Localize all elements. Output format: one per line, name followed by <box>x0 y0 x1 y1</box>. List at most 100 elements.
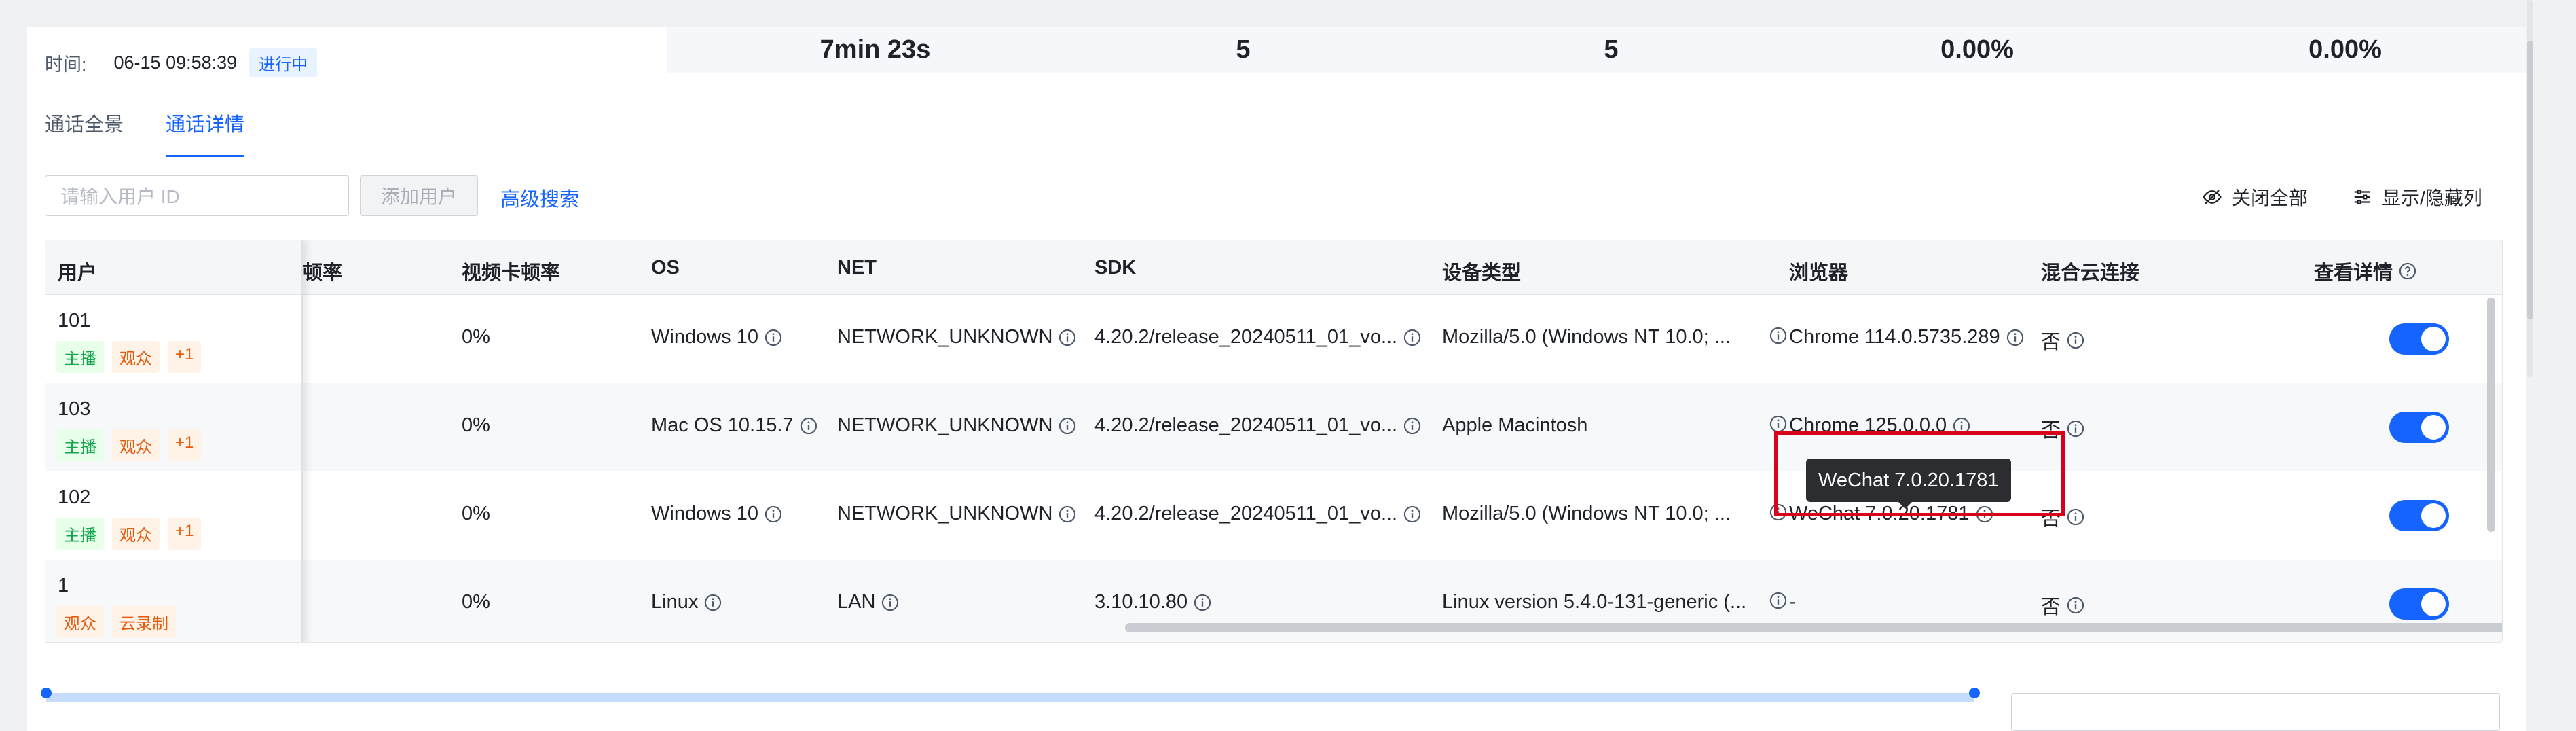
role-tag: 观众 <box>56 606 104 638</box>
device-cell-text: Apple Macintosh <box>1442 414 1588 436</box>
tab-details[interactable]: 通话详情 <box>166 109 245 157</box>
tab-bar: 通话全景 通话详情 <box>45 109 287 157</box>
role-tag: 云录制 <box>112 606 176 638</box>
add-user-button[interactable]: 添加用户 <box>360 175 478 216</box>
os-cell-text: Windows 10 <box>651 503 758 524</box>
os-cell-text: Windows 10 <box>651 326 758 348</box>
video-stall-cell-text: 0% <box>462 414 490 436</box>
details-toggle[interactable] <box>2389 412 2449 443</box>
info-icon[interactable] <box>2066 419 2085 438</box>
browser-cell-text: - <box>1789 591 1796 613</box>
info-icon[interactable] <box>2066 507 2085 527</box>
net-cell: NETWORK_UNKNOWN <box>837 326 1077 349</box>
net-cell-text: NETWORK_UNKNOWN <box>837 326 1053 348</box>
info-icon[interactable] <box>2066 331 2085 350</box>
stat-rate-2: 0.00% <box>2308 35 2382 64</box>
device-info[interactable] <box>1763 591 1788 610</box>
info-icon[interactable] <box>1403 505 1422 524</box>
info-icon[interactable] <box>764 328 783 347</box>
close-all-button[interactable]: 关闭全部 <box>2202 183 2308 211</box>
stat-users: 5 <box>1236 35 1251 64</box>
info-icon[interactable] <box>881 593 900 612</box>
details-toggle[interactable] <box>2389 323 2449 355</box>
stat-rate-1: 0.00% <box>1940 35 2014 64</box>
user-cell: 101 主播 观众 +1 <box>45 295 301 383</box>
timeline-start-handle[interactable] <box>41 688 52 698</box>
details-toggle[interactable] <box>2389 500 2449 531</box>
info-icon[interactable] <box>799 416 818 435</box>
role-tag: 观众 <box>112 518 160 550</box>
info-icon[interactable] <box>2066 596 2085 615</box>
toggle-columns-button[interactable]: 显示/隐藏列 <box>2352 183 2482 211</box>
device-info[interactable] <box>1763 414 1788 433</box>
role-tag: +1 <box>168 518 202 550</box>
role-tag: 主播 <box>56 429 104 461</box>
stat-duration: 7min 23s <box>820 35 931 64</box>
time-label: 时间: <box>45 54 87 75</box>
column-header-net: NET <box>837 257 877 279</box>
date-range-picker[interactable] <box>2011 693 2500 731</box>
sdk-cell-text: 4.20.2/release_20240511_01_vo... <box>1094 326 1398 348</box>
column-header-details: 查看详情 <box>2314 257 2417 285</box>
info-icon[interactable] <box>1403 328 1422 347</box>
info-icon[interactable] <box>764 505 783 524</box>
table-horizontal-scrollbar[interactable] <box>303 621 2502 635</box>
device-cell: Mozilla/5.0 (Windows NT 10.0; ... <box>1442 326 1731 349</box>
table-vertical-scrollbar[interactable] <box>2487 298 2495 532</box>
column-header-user: 用户 <box>58 262 98 284</box>
info-icon[interactable] <box>1769 326 1788 345</box>
help-icon[interactable] <box>2398 262 2417 281</box>
user-cell: 103 主播 观众 +1 <box>45 383 301 471</box>
info-icon[interactable] <box>2006 328 2025 347</box>
user-id: 101 <box>58 310 91 332</box>
call-time-row: 时间: 06-15 09:58:39 进行中 <box>45 48 318 77</box>
sdk-cell-text: 4.20.2/release_20240511_01_vo... <box>1094 414 1398 436</box>
os-cell-text: Linux <box>651 591 699 613</box>
page-scrollbar[interactable] <box>2527 0 2533 377</box>
participants-table: 卡顿率 视频卡顿率 OS NET SDK 设备类型 浏览器 混合云连接 查看详情… <box>45 240 2503 643</box>
video-stall-cell-text: 0% <box>462 591 490 613</box>
hybrid-cell-text: 否 <box>2041 596 2061 618</box>
stat-streams: 5 <box>1604 35 1619 64</box>
user-id: 103 <box>58 398 91 420</box>
advanced-search-link[interactable]: 高级搜索 <box>500 183 579 212</box>
timeline-end-handle[interactable] <box>1969 688 1980 698</box>
net-cell: NETWORK_UNKNOWN <box>837 414 1077 437</box>
call-detail-card: 7min 23s 5 5 0.00% 0.00% 时间: 06-15 09:58… <box>27 27 2526 686</box>
column-settings-icon <box>2354 190 2370 204</box>
video-stall-cell-text: 0% <box>462 503 490 524</box>
info-icon[interactable] <box>1769 414 1788 433</box>
device-cell: Apple Macintosh <box>1442 414 1587 437</box>
net-cell: LAN <box>837 591 900 613</box>
device-cell-text: Linux version 5.4.0-131-generic (... <box>1442 591 1747 613</box>
device-cell-text: Mozilla/5.0 (Windows NT 10.0; ... <box>1442 503 1731 524</box>
role-tag: +1 <box>168 429 202 461</box>
horizontal-scroll-thumb[interactable] <box>1125 623 2502 632</box>
info-icon[interactable] <box>1403 416 1422 435</box>
column-header-video-stall: 视频卡顿率 <box>462 262 561 284</box>
video-stall-cell: 0% <box>462 326 490 349</box>
browser-cell-text: Chrome 114.0.5735.289 <box>1789 326 2000 348</box>
os-cell: Windows 10 <box>651 326 783 349</box>
fixed-user-column: 用户 101 主播 观众 +1 103 主播 观众 +1 102 主播 观众 +1 1 观众 云录制 <box>45 240 303 642</box>
column-header-hybrid: 混合云连接 <box>2041 262 2140 284</box>
tab-overview[interactable]: 通话全景 <box>45 109 124 157</box>
column-header-os: OS <box>651 257 680 279</box>
user-id-search-input[interactable]: 请输入用户 ID <box>45 175 349 216</box>
device-info[interactable] <box>1763 326 1788 345</box>
info-icon[interactable] <box>1058 505 1077 524</box>
device-cell: Mozilla/5.0 (Windows NT 10.0; ... <box>1442 503 1731 525</box>
timeline-slider[interactable] <box>46 693 1974 702</box>
info-icon[interactable] <box>1058 416 1077 435</box>
info-icon[interactable] <box>1058 328 1077 347</box>
role-tags: 主播 观众 +1 <box>56 341 209 373</box>
video-stall-cell: 0% <box>462 503 490 525</box>
info-icon[interactable] <box>703 593 722 612</box>
hybrid-cell: 否 <box>2041 326 2085 355</box>
details-toggle[interactable] <box>2389 588 2449 620</box>
info-icon[interactable] <box>1193 593 1212 612</box>
device-cell: Linux version 5.4.0-131-generic (... <box>1442 591 1746 613</box>
info-icon[interactable] <box>1769 591 1788 610</box>
sdk-cell: 4.20.2/release_20240511_01_vo... <box>1094 414 1422 437</box>
time-value: 06-15 09:58:39 <box>113 52 238 73</box>
